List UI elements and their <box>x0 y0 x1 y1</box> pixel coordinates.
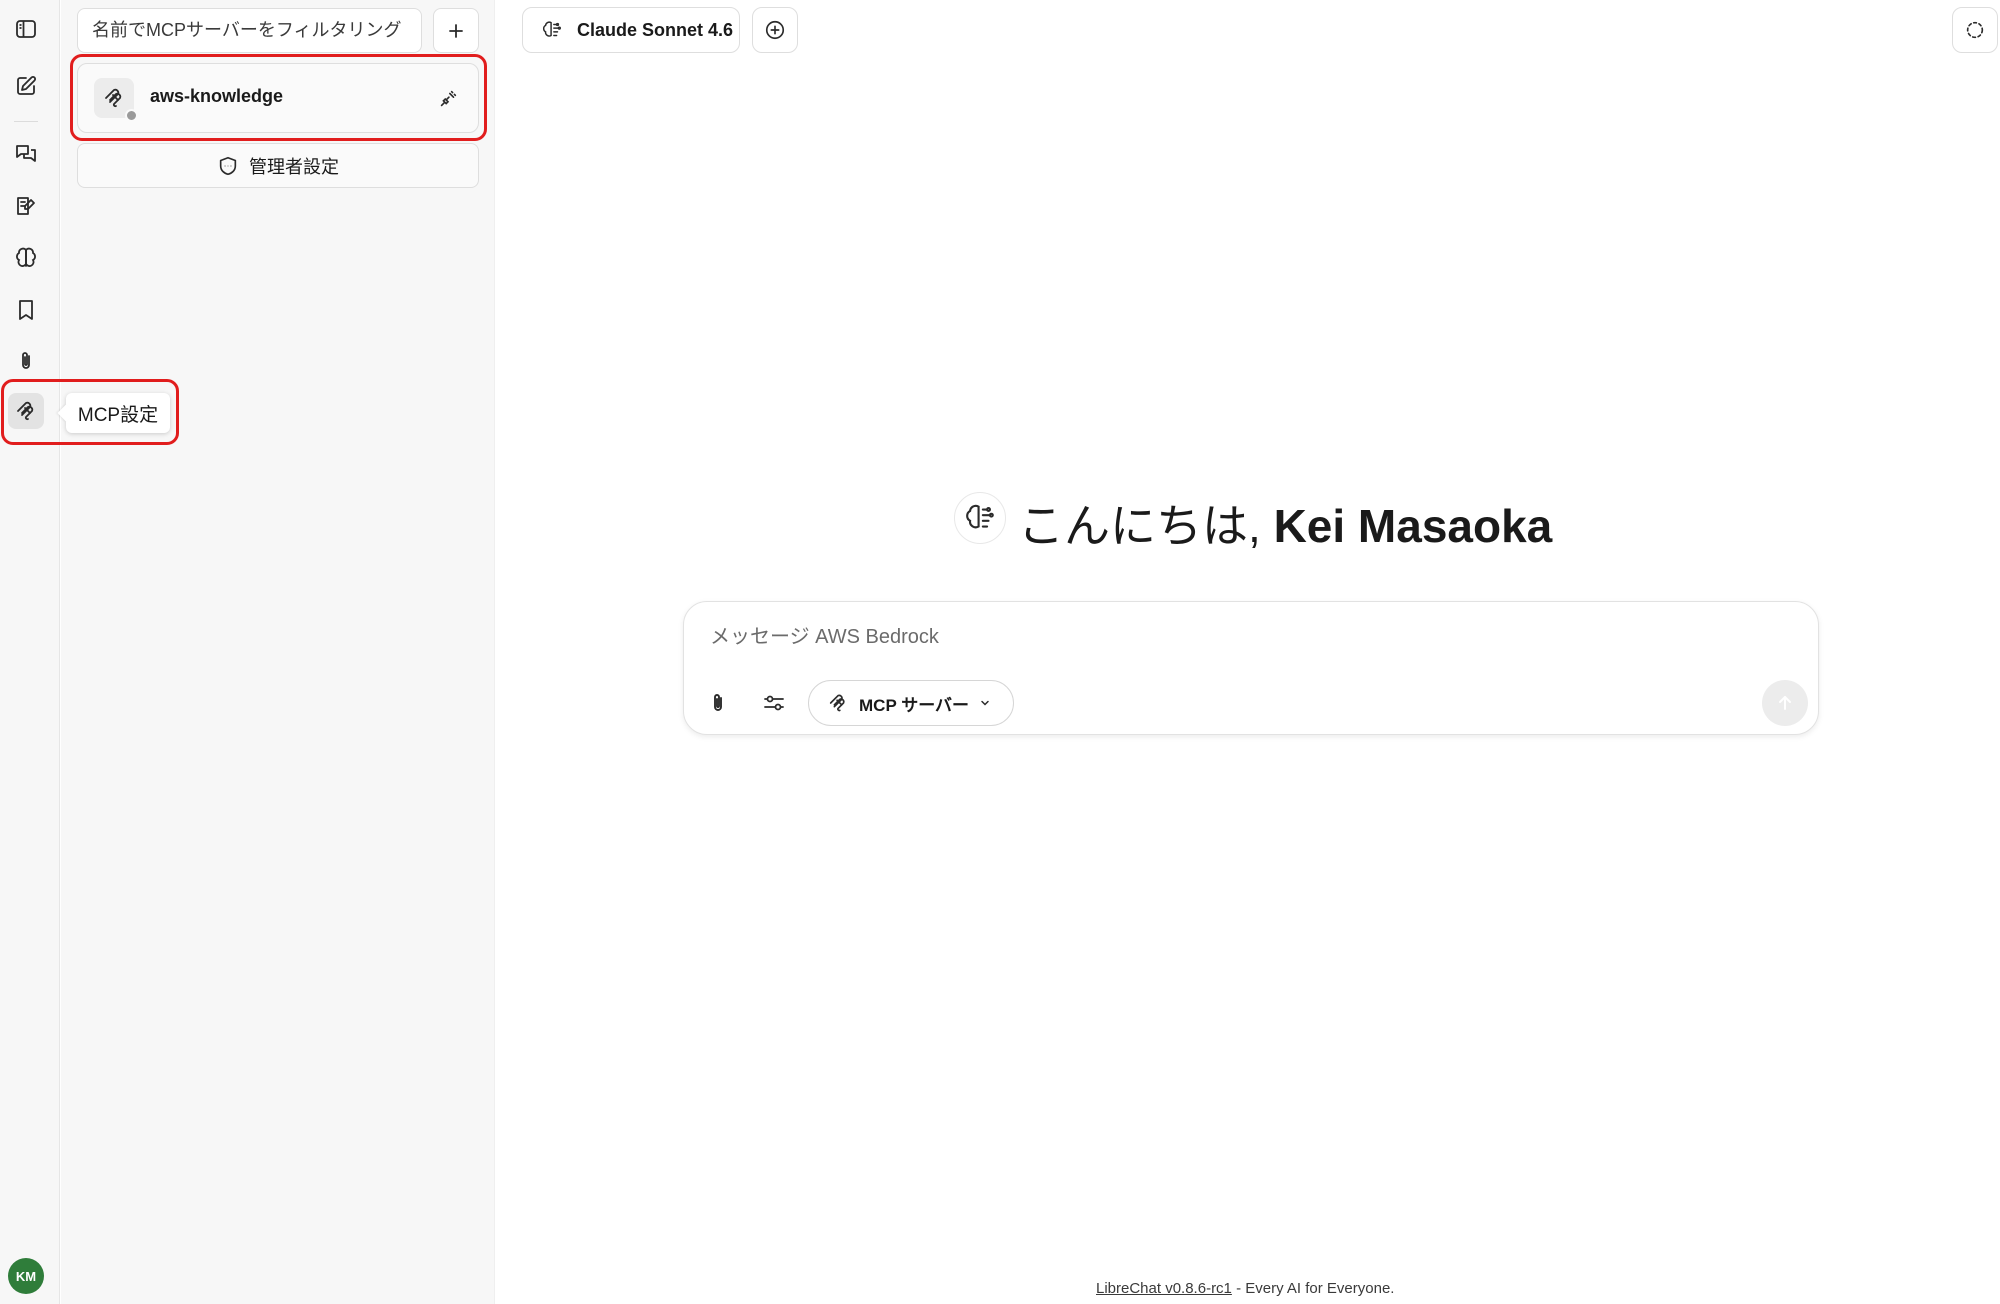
greeting-prefix: こんにちは, <box>1018 500 1274 552</box>
mcp-settings-icon[interactable] <box>8 393 44 429</box>
bedrock-brain-icon <box>543 21 561 37</box>
mcp-server-name: aws-knowledge <box>150 86 284 106</box>
bookmark-icon[interactable] <box>8 292 44 328</box>
add-model-button[interactable] <box>752 7 798 53</box>
dashed-circle-icon <box>1966 21 1984 39</box>
toggle-sidebar-icon[interactable] <box>8 11 44 47</box>
user-avatar[interactable]: KM <box>8 1258 44 1294</box>
chevron-down-icon <box>981 700 989 706</box>
sliders-icon <box>764 695 784 711</box>
arrow-up-icon <box>1779 696 1791 710</box>
mcp-server-card[interactable]: aws-knowledge <box>77 63 479 133</box>
mcp-settings-tooltip: MCP設定 <box>66 393 170 433</box>
server-status-dot <box>125 109 138 122</box>
plus-circle-icon <box>765 20 785 40</box>
footer: LibreChat v0.8.6-rc1 - Every AI for Ever… <box>1096 1280 1394 1297</box>
icon-rail: KM <box>0 0 60 1304</box>
new-chat-icon[interactable] <box>8 68 44 104</box>
prompts-icon[interactable] <box>8 188 44 224</box>
temporary-chat-button[interactable] <box>1952 7 1998 53</box>
rail-divider <box>14 121 38 122</box>
model-selector-button[interactable]: Claude Sonnet 4.6 <box>522 7 740 53</box>
shield-icon <box>219 156 237 175</box>
greeting-text: こんにちは, Kei Masaoka <box>1018 490 1552 556</box>
paperclip-icon <box>714 694 722 711</box>
tools-settings-button[interactable] <box>754 683 794 723</box>
tooltip-label: MCP設定 <box>77 404 159 426</box>
memories-brain-icon[interactable] <box>8 240 44 276</box>
admin-settings-button[interactable]: 管理者設定 <box>77 143 479 188</box>
add-mcp-server-button[interactable] <box>433 8 479 53</box>
mcp-filter-input[interactable] <box>77 8 422 53</box>
attach-file-button[interactable] <box>698 683 738 723</box>
bedrock-brain-icon <box>966 504 994 529</box>
footer-tagline: - Every AI for Everyone. <box>1231 1280 1395 1297</box>
message-input[interactable] <box>710 620 1710 654</box>
librechat-version-link[interactable]: LibreChat v0.8.6-rc1 <box>1096 1280 1232 1297</box>
connect-plug-button[interactable] <box>433 84 463 114</box>
mcp-servers-dropdown[interactable]: MCP サーバー <box>808 680 1014 726</box>
mcp-icon <box>829 694 845 712</box>
plug-icon <box>440 90 457 107</box>
plus-icon <box>449 23 463 38</box>
message-composer: MCP サーバー <box>683 601 1819 735</box>
greeting-model-icon <box>954 492 1006 544</box>
greeting-user-name: Kei Masaoka <box>1273 500 1553 552</box>
model-name: Claude Sonnet 4.6 <box>577 19 734 40</box>
mcp-settings-panel: aws-knowledge 管理者設定 <box>61 0 495 1304</box>
attachments-paperclip-icon[interactable] <box>8 343 44 379</box>
send-button[interactable] <box>1762 680 1808 726</box>
mcp-dropdown-label: MCP サーバー <box>859 695 970 715</box>
conversations-icon[interactable] <box>8 136 44 172</box>
admin-settings-label: 管理者設定 <box>249 156 339 177</box>
